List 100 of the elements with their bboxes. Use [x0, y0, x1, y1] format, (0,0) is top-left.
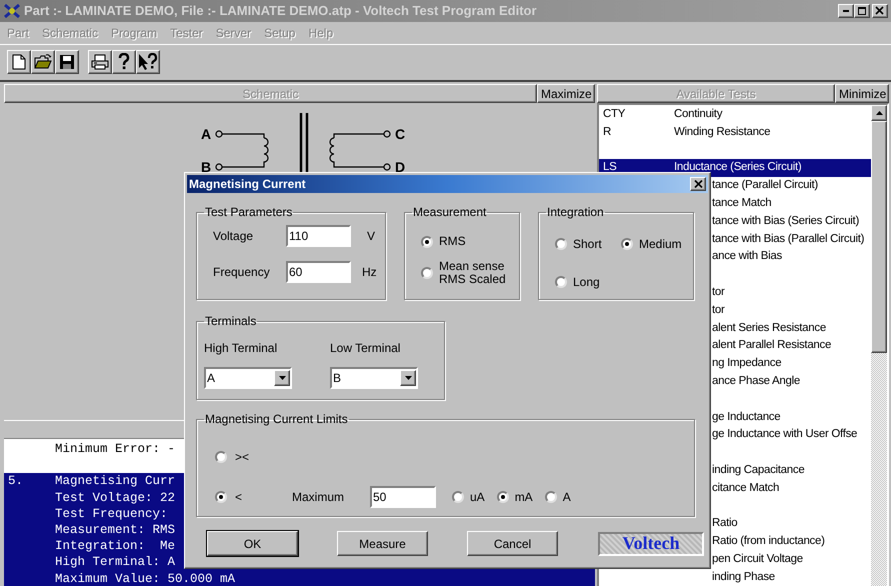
radio-button[interactable]: [215, 451, 227, 463]
document-icon: [12, 54, 26, 70]
maximize-button[interactable]: [854, 4, 870, 18]
radio-label[interactable]: <: [235, 488, 242, 506]
test-name[interactable]: tance with Bias (Parallel Circuit): [712, 232, 864, 245]
dialog-button[interactable]: Measure: [337, 531, 428, 556]
radio-label[interactable]: Mean sense RMS Scaled: [439, 260, 511, 286]
close-button[interactable]: [872, 4, 888, 18]
listing-line: High Terminal: A: [55, 554, 176, 570]
radio-button[interactable]: [421, 267, 433, 279]
field-label: Low Terminal: [330, 340, 402, 357]
radio-button[interactable]: [496, 491, 509, 503]
field-label: High Terminal: [204, 340, 278, 357]
test-name[interactable]: ge Inductance: [712, 410, 780, 423]
test-name[interactable]: citance Match: [712, 482, 780, 494]
dropdown-field[interactable]: A: [204, 367, 292, 389]
radio-button[interactable]: [215, 491, 227, 503]
test-name[interactable]: inding Capacitance: [712, 464, 804, 476]
radio-label[interactable]: Medium: [639, 235, 682, 253]
field-label: Frequency: [213, 264, 271, 281]
close-icon: [875, 6, 885, 16]
listing-line: Maximum Value: 50.000 mA: [55, 570, 236, 586]
radio-label[interactable]: uA: [470, 488, 485, 506]
close-button[interactable]: [690, 177, 706, 191]
field-label: Maximum: [292, 489, 346, 506]
toolbar-button[interactable]: [31, 50, 55, 74]
test-name[interactable]: tance Match: [712, 196, 772, 209]
listing-line: Magnetising Curr: [55, 473, 176, 490]
group-label: Test Parameters: [204, 204, 294, 221]
radio-button[interactable]: [555, 238, 567, 250]
radio-label[interactable]: Short: [573, 235, 602, 253]
terminal-label: A: [201, 126, 212, 142]
window-title: Part :- LAMINATE DEMO, File :- LAMINATE DEMO.atp - Voltech Test Program Editor: [24, 2, 538, 20]
test-name[interactable]: Ratio (from inductance): [712, 535, 825, 548]
radio-button[interactable]: [621, 238, 633, 250]
toolbar-button[interactable]: [136, 50, 160, 74]
radio-label[interactable]: ><: [235, 448, 250, 466]
toolbar-button[interactable]: [7, 50, 31, 74]
input-field[interactable]: 60: [286, 261, 351, 283]
group-label: Integration: [546, 204, 605, 221]
radio-label[interactable]: Long: [573, 273, 600, 291]
scroll-thumb[interactable]: [871, 121, 887, 353]
field-label: Voltage: [213, 228, 254, 245]
group-label: Terminals: [204, 313, 258, 330]
radio-button[interactable]: [555, 276, 567, 288]
test-name[interactable]: alent Parallel Resistance: [712, 339, 832, 352]
test-name[interactable]: ge Inductance with User Offse: [712, 428, 858, 440]
terminal-label: B: [201, 159, 212, 175]
unit-label: Hz: [361, 264, 377, 281]
test-name[interactable]: pen Circuit Voltage: [712, 552, 803, 565]
step-number: 5.: [8, 474, 24, 488]
test-name[interactable]: inding Phase: [712, 570, 775, 583]
listing-line: Test Voltage: 22: [55, 490, 176, 506]
dropdown-arrow-icon: [278, 376, 286, 380]
minimize-panel-button[interactable]: Minimize: [835, 84, 889, 103]
terminal-label: C: [395, 126, 406, 142]
dialog-button[interactable]: Cancel: [467, 531, 558, 556]
test-name[interactable]: tance with Bias (Series Circuit): [712, 214, 859, 227]
toolbar-button[interactable]: [112, 50, 136, 74]
radio-button[interactable]: [421, 236, 433, 248]
listing-line: Minimum Error: -: [55, 441, 176, 458]
scrollbar[interactable]: [871, 105, 887, 586]
panel-header: Schematic: [4, 84, 537, 103]
toolbar-button[interactable]: [55, 50, 79, 74]
listing-line: Measurement: RMS: [55, 522, 176, 538]
unit-label: V: [366, 228, 376, 245]
input-field[interactable]: 50: [370, 486, 436, 508]
radio-label[interactable]: A: [562, 488, 571, 506]
scroll-up-icon: [876, 111, 882, 115]
test-name[interactable]: tance (Parallel Circuit): [712, 179, 818, 192]
minimize-icon: [843, 10, 849, 12]
test-name[interactable]: Ratio: [712, 517, 738, 530]
test-name[interactable]: tor: [712, 286, 725, 298]
dropdown-field[interactable]: B: [330, 367, 418, 389]
listing-line: Integration: Me: [55, 538, 176, 554]
test-name[interactable]: ance with Bias: [712, 250, 782, 262]
radio-button[interactable]: [544, 491, 557, 503]
radio-button[interactable]: [452, 491, 464, 503]
test-name[interactable]: ng Impedance: [712, 357, 782, 370]
listing-line: Test Frequency:: [55, 506, 168, 522]
test-name[interactable]: ance Phase Angle: [712, 374, 800, 387]
folder-icon: [34, 54, 52, 69]
pointer-question-icon: [138, 52, 158, 70]
toolbar-button[interactable]: [88, 50, 112, 74]
dialog-button[interactable]: OK: [207, 531, 298, 556]
close-icon: [694, 180, 702, 188]
test-row[interactable]: R Winding Resistance: [599, 124, 871, 142]
input-field[interactable]: 110: [286, 225, 351, 247]
group-label: Magnetising Current Limits: [204, 411, 349, 428]
dialog-title: Magnetising Current: [189, 176, 307, 193]
minimize-button[interactable]: [838, 4, 854, 18]
radio-label[interactable]: RMS: [439, 235, 466, 248]
group-label: Measurement: [412, 204, 488, 221]
test-name[interactable]: tor: [712, 304, 725, 316]
test-row[interactable]: CTY Continuity: [599, 106, 871, 124]
test-name[interactable]: alent Series Resistance: [712, 322, 826, 334]
radio-label[interactable]: mA: [514, 488, 533, 506]
logo: Voltech: [598, 532, 704, 556]
maximize-panel-button[interactable]: Maximize: [537, 84, 595, 103]
maximize-icon: [857, 6, 867, 16]
